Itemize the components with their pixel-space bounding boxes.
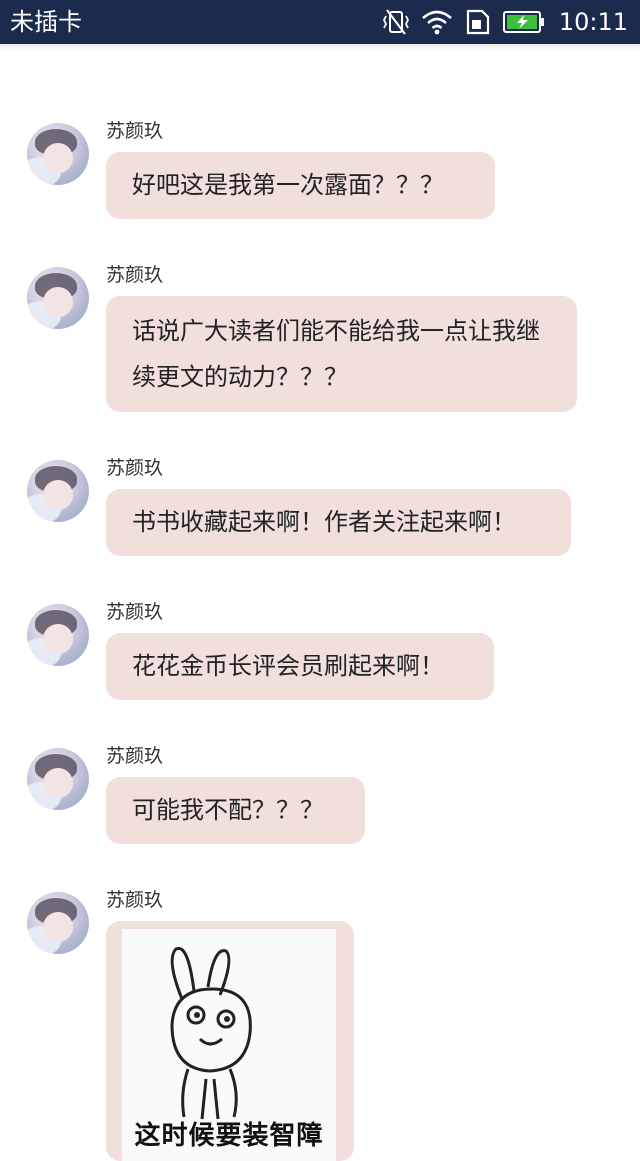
avatar[interactable] — [27, 748, 89, 810]
message-bubble[interactable]: 话说广大读者们能不能给我一点让我继续更文的动力？？？ — [106, 296, 577, 412]
avatar[interactable] — [27, 123, 89, 185]
sticker-caption: 这时候要装智障 — [134, 1121, 324, 1151]
avatar[interactable] — [27, 604, 89, 666]
sender-name: 苏颜玖 — [106, 889, 164, 911]
avatar[interactable] — [27, 267, 89, 329]
sender-name: 苏颜玖 — [106, 264, 164, 286]
message-bubble[interactable]: 可能我不配？？？ — [106, 777, 365, 844]
sender-name: 苏颜玖 — [106, 601, 164, 623]
message-bubble[interactable]: 书书收藏起来啊！作者关注起来啊！ — [106, 489, 571, 556]
sticker-image[interactable]: 这时候要装智障 — [122, 929, 336, 1161]
message-bubble[interactable]: 花花金币长评会员刷起来啊！ — [106, 633, 494, 700]
sender-name: 苏颜玖 — [106, 120, 164, 142]
sender-name: 苏颜玖 — [106, 745, 164, 767]
message-bubble[interactable]: 好吧这是我第一次露面？？？ — [106, 152, 495, 219]
image-message-bubble[interactable]: 这时候要装智障 — [106, 921, 354, 1161]
avatar[interactable] — [27, 892, 89, 954]
chat-message-list[interactable]: 苏颜玖 好吧这是我第一次露面？？？ 苏颜玖 话说广大读者们能不能给我一点让我继续… — [0, 0, 640, 1161]
rabbit-sticker-drawing — [170, 946, 252, 1120]
avatar[interactable] — [27, 460, 89, 522]
sender-name: 苏颜玖 — [106, 457, 164, 479]
